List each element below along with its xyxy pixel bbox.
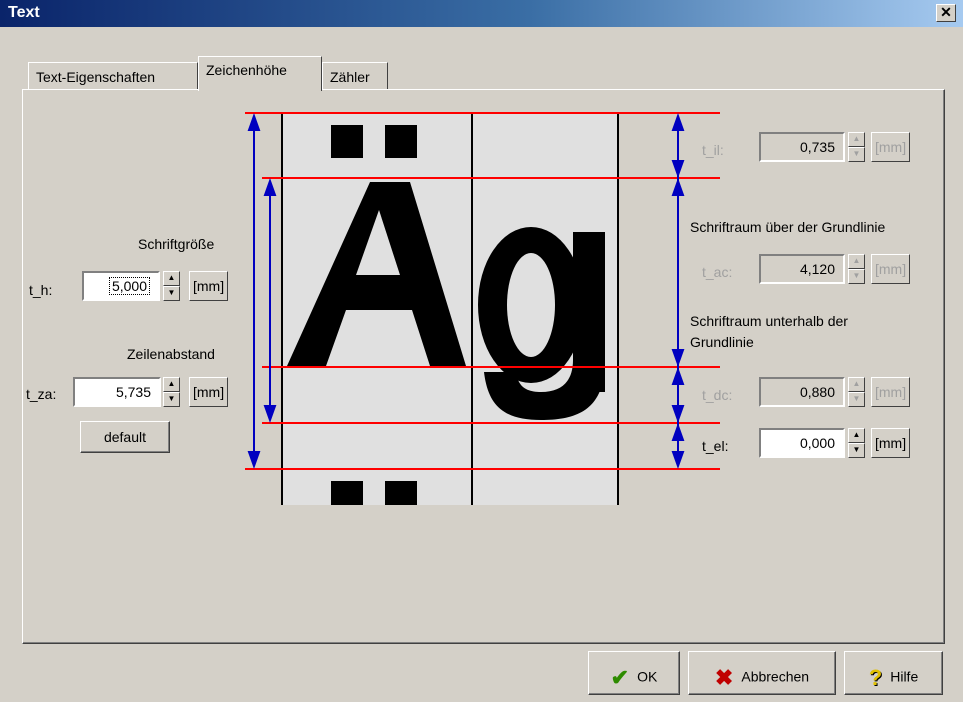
spin-down-icon[interactable]: ▼: [163, 286, 180, 301]
th-label: t_h:: [29, 282, 53, 298]
tza-label: t_za:: [26, 386, 57, 402]
tdc-input: 0,880: [759, 377, 845, 407]
tel-unit-button[interactable]: [mm]: [871, 428, 911, 458]
check-icon: ✔: [610, 665, 630, 690]
til-label: t_il:: [702, 142, 724, 158]
umlaut-dot: [331, 125, 363, 158]
ok-label: OK: [637, 668, 658, 685]
tac-spinner: ▲ ▼: [848, 254, 865, 284]
schriftraum-unter-label-2: Grundlinie: [690, 334, 754, 350]
schriftraum-unter-label-1: Schriftraum unterhalb der: [690, 313, 848, 329]
cancel-button[interactable]: ✖ Abbrechen: [688, 651, 836, 695]
til-input: 0,735: [759, 132, 845, 162]
spin-down-icon: ▼: [848, 147, 865, 162]
tac-input: 4,120: [759, 254, 845, 284]
schriftgroesse-label: Schriftgröße: [138, 236, 215, 252]
th-spinner[interactable]: ▲ ▼: [163, 271, 180, 301]
spin-down-icon: ▼: [848, 392, 865, 407]
help-label: Hilfe: [890, 668, 919, 685]
spin-up-icon: ▲: [848, 254, 865, 269]
tel-input[interactable]: 0,000: [759, 428, 845, 458]
question-icon: ?: [868, 665, 883, 690]
tza-input[interactable]: 5,735: [73, 377, 161, 407]
spin-up-icon: ▲: [848, 377, 865, 392]
spin-up-icon[interactable]: ▲: [163, 377, 180, 392]
cancel-label: Abbrechen: [741, 668, 810, 685]
spin-down-icon: ▼: [848, 269, 865, 284]
tac-unit-button: [mm]: [871, 254, 911, 284]
spin-up-icon: ▲: [848, 132, 865, 147]
tel-spinner[interactable]: ▲ ▼: [848, 428, 865, 458]
tel-label: t_el:: [702, 438, 729, 454]
ok-button[interactable]: ✔ OK: [588, 651, 680, 695]
schriftraum-ueber-label: Schriftraum über der Grundlinie: [690, 219, 886, 235]
tac-label: t_ac:: [702, 264, 733, 280]
spin-down-icon[interactable]: ▼: [848, 443, 865, 458]
zeilenabstand-label: Zeilenabstand: [127, 346, 215, 362]
tdc-label: t_dc:: [702, 387, 733, 403]
tab-label: Zeichenhöhe: [206, 62, 287, 78]
x-icon: ✖: [714, 665, 734, 690]
spin-up-icon[interactable]: ▲: [163, 271, 180, 286]
tza-unit-button[interactable]: [mm]: [189, 377, 229, 407]
spin-down-icon[interactable]: ▼: [163, 392, 180, 407]
tza-spinner[interactable]: ▲ ▼: [163, 377, 180, 407]
default-button[interactable]: default: [80, 421, 170, 453]
tdc-spinner: ▲ ▼: [848, 377, 865, 407]
tdc-unit-button: [mm]: [871, 377, 911, 407]
th-unit-button[interactable]: [mm]: [189, 271, 229, 301]
til-spinner: ▲ ▼: [848, 132, 865, 162]
tab-zeichenhoehe[interactable]: Zeichenhöhe: [198, 56, 322, 91]
th-input[interactable]: 5,000: [82, 271, 160, 301]
spin-up-icon[interactable]: ▲: [848, 428, 865, 443]
til-unit-button: [mm]: [871, 132, 911, 162]
help-button[interactable]: ? Hilfe: [844, 651, 943, 695]
umlaut-dot: [385, 125, 417, 158]
